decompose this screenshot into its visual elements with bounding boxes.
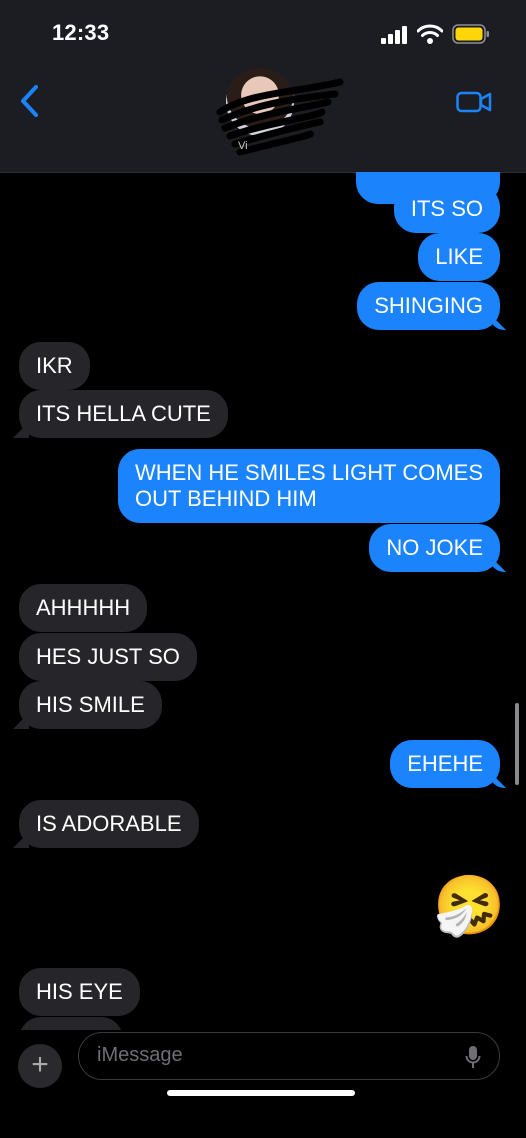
- redaction-scribble: [216, 78, 344, 156]
- message-bubble-in[interactable]: HIS EYE: [19, 968, 140, 1016]
- status-time: 12:33: [52, 20, 110, 45]
- message-bubble-in[interactable]: ITS HELLA CUTE: [19, 390, 228, 438]
- message-bubble-in[interactable]: IS ADORABLE: [19, 800, 199, 848]
- plus-icon[interactable]: +: [18, 1044, 62, 1088]
- conversation-header: Vi: [0, 68, 526, 173]
- back-chevron-icon[interactable]: [18, 84, 42, 118]
- scrollbar[interactable]: [515, 703, 519, 785]
- video-call-icon[interactable]: [456, 90, 492, 114]
- message-bubble-out[interactable]: WHEN HE SMILES LIGHT COMES OUT BEHIND HI…: [118, 449, 500, 523]
- message-bubble-in[interactable]: AHHHHH: [19, 584, 148, 632]
- wifi-icon: [417, 24, 443, 44]
- message-input[interactable]: iMessage: [78, 1032, 500, 1080]
- microphone-icon[interactable]: [465, 1045, 481, 1069]
- signal-icon: [381, 26, 407, 44]
- composer: + iMessage: [0, 1030, 526, 1138]
- contact-name[interactable]: Vi: [238, 140, 248, 152]
- message-bubble-in[interactable]: HIS SMILE: [19, 681, 162, 729]
- message-bubble-in-partial: [19, 1017, 123, 1030]
- message-bubble-out[interactable]: SHINGING: [357, 282, 500, 330]
- message-bubble-out[interactable]: LIKE: [418, 233, 500, 281]
- message-bubble-in[interactable]: IKR: [19, 342, 90, 390]
- home-indicator: [167, 1090, 355, 1096]
- emoji-message[interactable]: 🤧: [433, 876, 505, 936]
- message-line: WHEN HE SMILES LIGHT COMES: [135, 460, 483, 485]
- status-bar: 12:33: [0, 0, 526, 70]
- message-bubble-out[interactable]: EHEHE: [390, 740, 500, 788]
- message-bubble-out[interactable]: NO JOKE: [369, 524, 500, 572]
- message-thread[interactable]: ITS SO LIKE SHINGING IKR ITS HELLA CUTE …: [0, 172, 526, 1030]
- battery-icon: [452, 24, 489, 44]
- message-bubble-out[interactable]: ITS SO: [393, 185, 500, 233]
- message-bubble-in[interactable]: HES JUST SO: [19, 633, 197, 681]
- message-line: OUT BEHIND HIM: [135, 486, 317, 511]
- message-input-placeholder: iMessage: [97, 1044, 183, 1066]
